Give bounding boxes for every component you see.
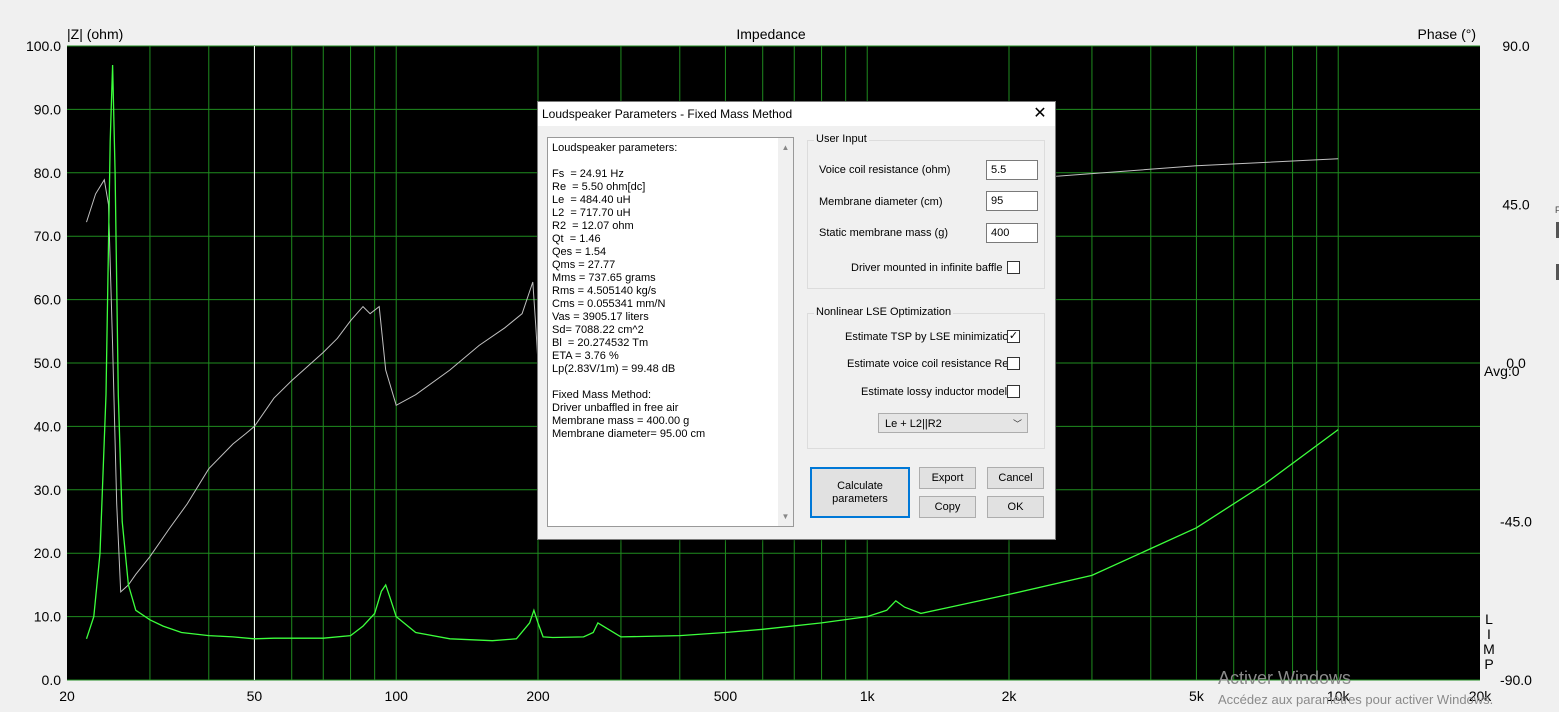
limp-letter: I <box>1487 626 1491 642</box>
estimate-re-checkbox[interactable] <box>1007 357 1020 370</box>
estimate-tsp-label: Estimate TSP by LSE minimization <box>845 331 1015 343</box>
dialog-titlebar[interactable]: Loudspeaker Parameters - Fixed Mass Meth… <box>538 102 1055 126</box>
inductor-model-dropdown[interactable]: Le + L2||R2 ﹀ <box>878 413 1028 433</box>
avg-label: Avg:0 <box>1484 363 1520 379</box>
x-tick-label: 500 <box>714 688 738 704</box>
y-right-tick-label: -45.0 <box>1500 514 1532 530</box>
voice-coil-label: Voice coil resistance (ohm) <box>819 164 951 176</box>
membrane-diameter-field[interactable]: 95 <box>986 191 1038 211</box>
y-left-tick-label: 20.0 <box>34 545 61 561</box>
dialog-title: Loudspeaker Parameters - Fixed Mass Meth… <box>542 107 793 121</box>
results-text: Loudspeaker parameters: Fs = 24.91 Hz Re… <box>552 142 706 440</box>
limp-letter: L <box>1485 611 1493 627</box>
close-icon[interactable]: ✕ <box>1025 102 1055 126</box>
user-input-group: User Input Voice coil resistance (ohm) 5… <box>807 133 1045 289</box>
voice-coil-field[interactable]: 5.5 <box>986 160 1038 180</box>
membrane-diameter-label: Membrane diameter (cm) <box>819 196 943 208</box>
infinite-baffle-checkbox[interactable] <box>1007 261 1020 274</box>
x-tick-label: 100 <box>385 688 409 704</box>
estimate-tsp-checkbox[interactable]: ✓ <box>1007 330 1020 343</box>
y-left-tick-label: 90.0 <box>34 101 61 117</box>
estimate-lossy-checkbox[interactable] <box>1007 385 1020 398</box>
windows-activation-title: Activer Windows <box>1218 668 1352 688</box>
results-textbox[interactable]: Loudspeaker parameters: Fs = 24.91 Hz Re… <box>547 137 794 527</box>
static-mass-label: Static membrane mass (g) <box>819 227 948 239</box>
y-left-tick-label: 30.0 <box>34 482 61 498</box>
copy-button[interactable]: Copy <box>919 496 976 518</box>
loudspeaker-parameters-dialog: Loudspeaker Parameters - Fixed Mass Meth… <box>537 101 1056 540</box>
y-left-tick-label: 50.0 <box>34 355 61 371</box>
x-tick-label: 5k <box>1189 688 1205 704</box>
y-right-tick-label: 90.0 <box>1502 38 1529 54</box>
y-left-tick-label: 100.0 <box>26 38 61 54</box>
y-right-tick-label: 45.0 <box>1502 197 1529 213</box>
limp-letter: P <box>1484 656 1493 672</box>
scroll-down-icon[interactable]: ▼ <box>778 509 793 524</box>
estimate-re-label: Estimate voice coil resistance Re <box>847 358 1009 370</box>
x-tick-label: 20 <box>59 688 75 704</box>
calculate-parameters-button[interactable]: Calculate parameters <box>810 467 910 518</box>
infinite-baffle-label: Driver mounted in infinite baffle <box>851 262 1003 274</box>
results-scrollbar[interactable]: ▲ ▼ <box>778 138 793 526</box>
chevron-down-icon: ﹀ <box>1012 419 1022 429</box>
estimate-lossy-label: Estimate lossy inductor model <box>861 386 1008 398</box>
y-left-tick-label: 40.0 <box>34 418 61 434</box>
user-input-title: User Input <box>814 133 869 145</box>
calculate-line1: Calculate <box>837 480 883 492</box>
x-tick-label: 50 <box>247 688 263 704</box>
scroll-up-icon[interactable]: ▲ <box>778 140 793 155</box>
left-axis-label: |Z| (ohm) <box>67 26 123 42</box>
plot-title: Impedance <box>736 26 805 42</box>
y-left-tick-label: 0.0 <box>42 672 62 688</box>
nonlinear-lse-group: Nonlinear LSE Optimization Estimate TSP … <box>807 306 1045 449</box>
edge-glyph: F <box>1555 205 1559 215</box>
cancel-button[interactable]: Cancel <box>987 467 1044 489</box>
right-axis-label: Phase (°) <box>1417 26 1476 42</box>
inductor-model-value: Le + L2||R2 <box>885 418 942 430</box>
y-left-tick-label: 10.0 <box>34 609 61 625</box>
y-right-tick-label: -90.0 <box>1500 672 1532 688</box>
y-left-tick-label: 60.0 <box>34 292 61 308</box>
x-tick-label: 1k <box>860 688 876 704</box>
static-mass-field[interactable]: 400 <box>986 223 1038 243</box>
y-left-tick-label: 80.0 <box>34 165 61 181</box>
x-tick-label: 200 <box>526 688 550 704</box>
calculate-line2: parameters <box>832 493 888 505</box>
x-tick-label: 2k <box>1002 688 1018 704</box>
y-left-tick-label: 70.0 <box>34 228 61 244</box>
ok-button[interactable]: OK <box>987 496 1044 518</box>
export-button[interactable]: Export <box>919 467 976 489</box>
windows-activation-subtitle: Accédez aux paramètres pour activer Wind… <box>1218 692 1494 707</box>
limp-letter: M <box>1483 641 1495 657</box>
nonlinear-lse-title: Nonlinear LSE Optimization <box>814 306 954 318</box>
